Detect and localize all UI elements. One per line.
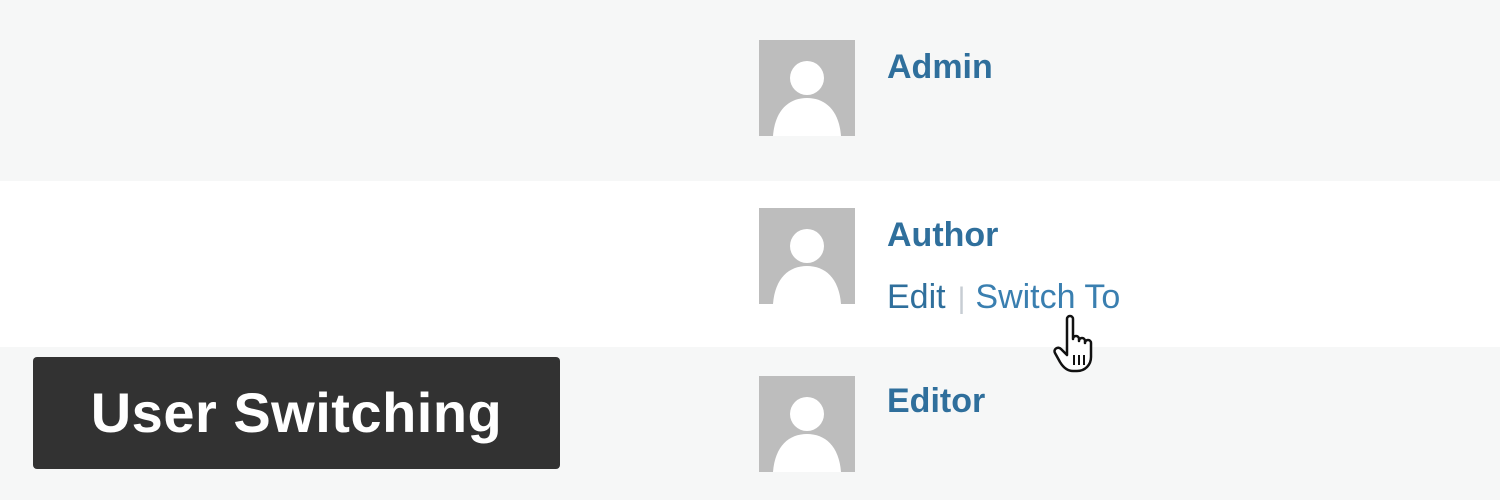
default-avatar-icon	[759, 40, 855, 136]
action-separator: |	[957, 282, 966, 315]
row-actions: Edit | Switch To	[887, 277, 1120, 317]
edit-link[interactable]: Edit	[887, 278, 946, 316]
plugin-title: User Switching	[90, 381, 503, 444]
user-name-author[interactable]: Author	[887, 215, 998, 255]
user-name-editor[interactable]: Editor	[887, 381, 985, 421]
user-name-admin[interactable]: Admin	[887, 47, 993, 87]
user-row-admin: Admin	[0, 0, 1500, 181]
default-avatar-icon	[759, 208, 855, 304]
user-row-author: Author Edit | Switch To	[0, 181, 1500, 347]
hand-pointer-cursor-icon	[1053, 313, 1109, 373]
plugin-title-banner: User Switching	[33, 357, 560, 469]
default-avatar-icon	[759, 376, 855, 472]
switch-to-link[interactable]: Switch To	[975, 278, 1120, 316]
